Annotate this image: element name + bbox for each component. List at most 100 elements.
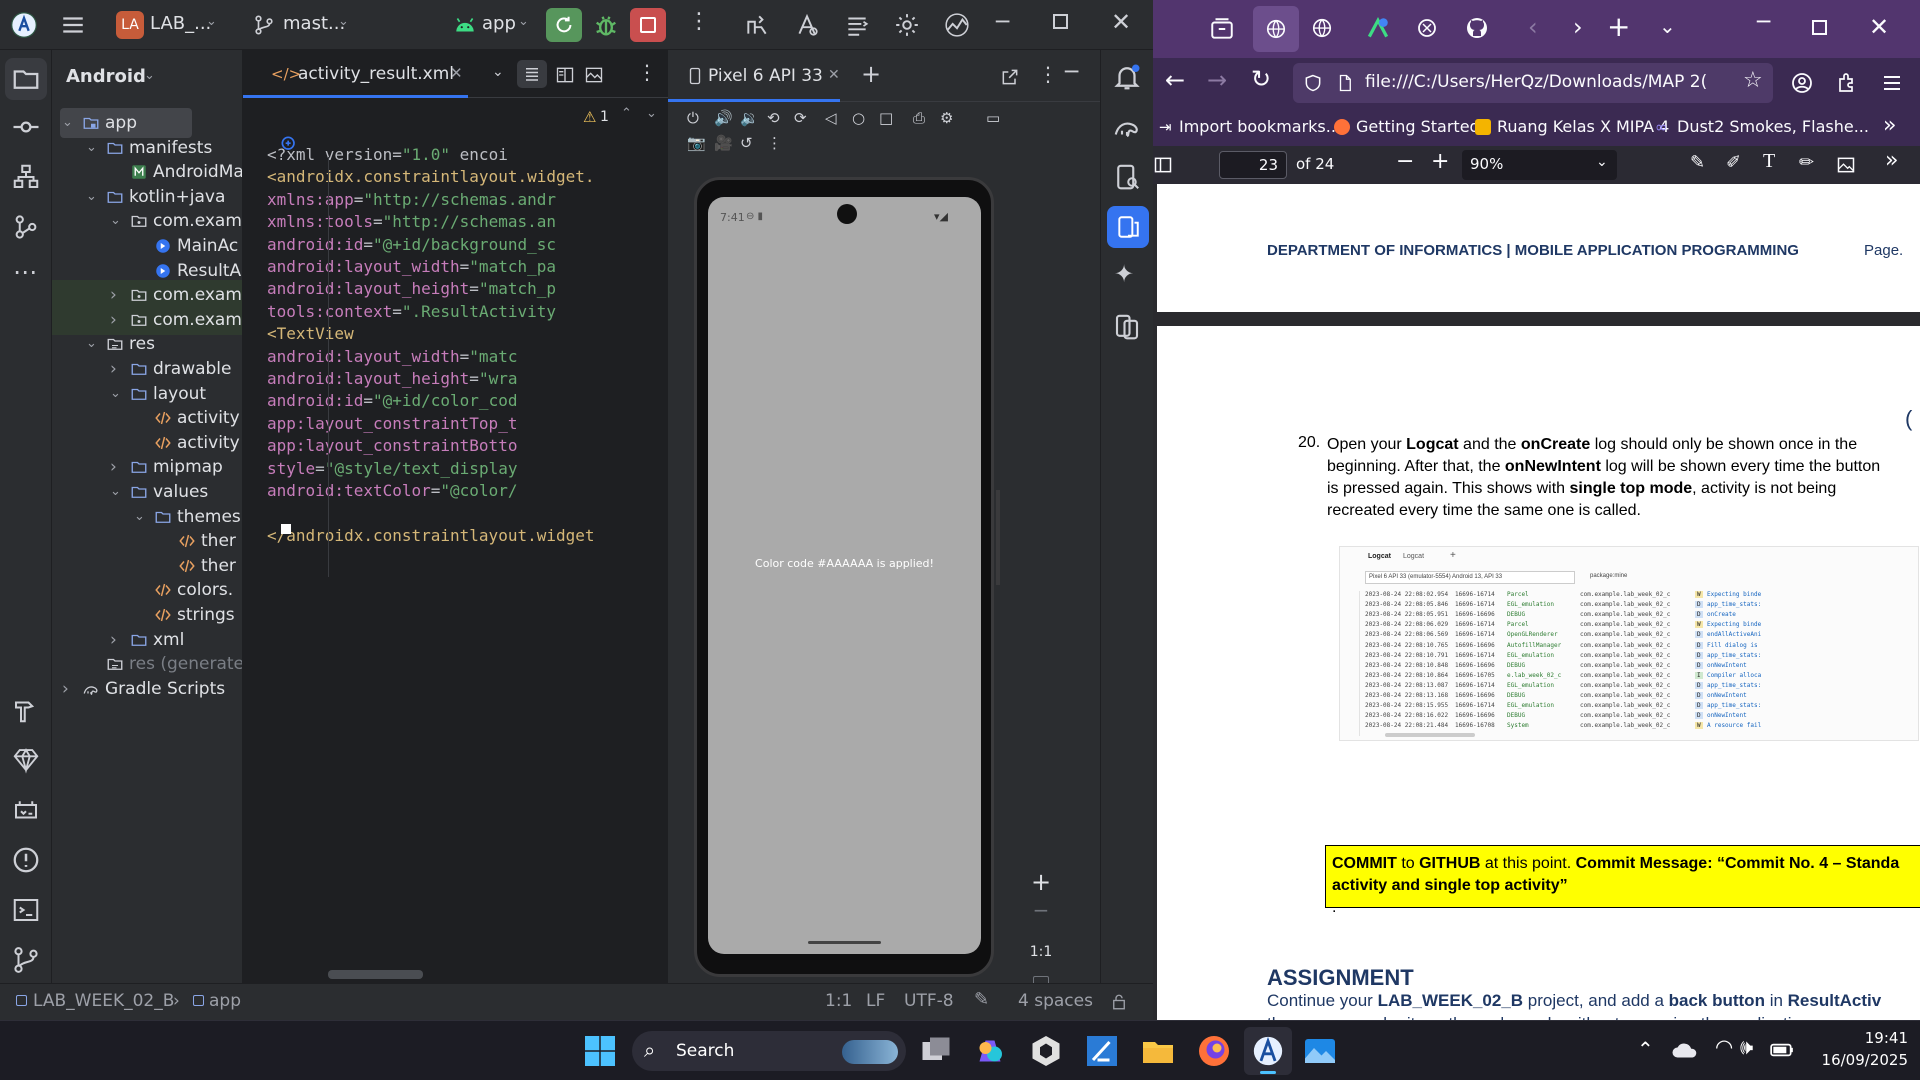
clock-time[interactable]: 19:41 <box>1826 1029 1908 1047</box>
terminal-icon[interactable] <box>11 895 41 925</box>
screen-record-icon[interactable]: 🎥 <box>714 134 733 152</box>
breadcrumb-module[interactable]: app <box>209 991 241 1011</box>
text-tool-icon[interactable]: T <box>1763 150 1775 173</box>
image-tool-icon[interactable] <box>1836 155 1856 175</box>
open-external-icon[interactable] <box>1000 67 1020 87</box>
firefox-icon[interactable] <box>1196 1033 1232 1069</box>
minimize-icon[interactable]: ─ <box>996 10 1009 35</box>
fit-screen-icon[interactable] <box>1033 976 1049 983</box>
list-all-tabs-icon[interactable]: ⌄ <box>1659 14 1676 38</box>
chevron-down-icon[interactable]: ⌄ <box>144 68 155 83</box>
zoom-ratio[interactable]: 1:1 <box>1026 944 1056 960</box>
more-bookmarks-icon[interactable]: » <box>1883 113 1896 138</box>
code-line[interactable]: android:id="@+id/color_cod <box>267 391 517 410</box>
device-mirroring-icon[interactable] <box>1112 312 1142 342</box>
breadcrumb-project[interactable]: LAB_WEEK_02_B <box>33 991 174 1011</box>
gradle-elephant-icon[interactable] <box>1112 112 1142 142</box>
code-line[interactable]: xmlns:tools="http://schemas.an <box>267 212 556 231</box>
app-menu-icon[interactable] <box>1880 71 1904 95</box>
url-bar[interactable]: file:///C:/Users/HerQz/Downloads/MAP 2( … <box>1293 63 1773 103</box>
windows-start-icon[interactable] <box>582 1033 618 1069</box>
apply-changes-button[interactable] <box>546 8 582 42</box>
profiler-icon[interactable] <box>944 12 970 38</box>
chevron-down-icon[interactable]: ⌄ <box>518 14 529 29</box>
caret-position[interactable]: 1:1 <box>825 991 852 1011</box>
wifi-icon[interactable]: ◠ <box>1715 1035 1733 1059</box>
extended-controls-icon[interactable]: ⚙ <box>940 109 953 127</box>
battery-icon[interactable] <box>1768 1037 1796 1063</box>
sdk-manager-icon[interactable] <box>844 12 870 38</box>
code-view-button[interactable] <box>517 60 547 88</box>
indent-setting[interactable]: 4 spaces <box>1018 991 1093 1011</box>
code-line[interactable]: android:textColor="@color/ <box>267 481 517 500</box>
highlight-icon[interactable]: ✐ <box>1726 152 1741 173</box>
color-swatch-marker[interactable] <box>281 524 291 534</box>
reset-icon[interactable]: ↺ <box>740 134 753 152</box>
chatgpt-icon[interactable] <box>1415 16 1439 40</box>
page-number-input[interactable]: 23 <box>1219 151 1287 179</box>
extensions-icon[interactable] <box>1835 71 1859 95</box>
forward-arrow-icon[interactable]: → <box>1207 66 1227 94</box>
code-line[interactable]: tools:context=".ResultActivity <box>267 302 556 321</box>
rotate-right-icon[interactable]: ⟳ <box>794 109 807 127</box>
close-tab-icon[interactable]: ✕ <box>450 64 463 82</box>
volume-down-icon[interactable]: 🔉 <box>740 109 759 127</box>
project-tool-button[interactable] <box>5 58 47 100</box>
draw-tool-icon[interactable]: ✏ <box>1799 152 1814 173</box>
snapshot-icon[interactable]: ⎙ <box>913 109 925 127</box>
back-arrow-icon[interactable]: ← <box>1165 66 1185 94</box>
new-tab-icon[interactable]: + <box>1607 10 1630 43</box>
project-badge[interactable]: LA <box>116 11 144 39</box>
zoom-select[interactable]: 90% ⌄ <box>1462 150 1617 180</box>
stop-button[interactable] <box>630 8 666 42</box>
line-separator[interactable]: LF <box>866 991 885 1011</box>
more-horizontal-icon[interactable]: ⋯ <box>13 258 37 286</box>
overview-nav-icon[interactable]: □ <box>879 109 893 127</box>
rotate-left-icon[interactable]: ⟲ <box>767 109 780 127</box>
chevron-down-icon[interactable]: ⌄ <box>492 64 504 80</box>
more-vertical-icon[interactable]: ⋮ <box>767 134 782 152</box>
design-view-icon[interactable] <box>584 65 604 85</box>
code-area[interactable]: 1<?xml version="1.0" encoi2<androidx.con… <box>243 105 668 935</box>
chevron-down-icon[interactable]: ⌄ <box>206 14 217 29</box>
back-nav-icon[interactable]: ◁ <box>825 109 837 127</box>
cloud-icon[interactable] <box>1670 1035 1700 1065</box>
bookmark-getting-started[interactable]: Getting Started <box>1356 117 1480 136</box>
bookmark-import[interactable]: Import bookmarks... <box>1179 117 1341 136</box>
tree-item[interactable]: › Gradle Scripts <box>52 674 242 704</box>
unity-icon[interactable] <box>1028 1033 1064 1069</box>
code-line[interactable]: android:layout_height="match_p <box>267 279 556 298</box>
project-view-selector[interactable]: Android <box>66 66 146 87</box>
close-icon[interactable]: ✕ <box>1869 13 1889 41</box>
more-vertical-icon[interactable]: ⋮ <box>637 60 657 84</box>
bookmark-dust2[interactable]: Dust2 Smokes, Flashe... <box>1677 117 1869 136</box>
project-name[interactable]: LAB_... <box>150 13 211 34</box>
gradle-sync-icon[interactable] <box>744 12 770 38</box>
run-config-name[interactable]: app <box>482 13 516 34</box>
code-line[interactable]: android:layout_height="wra <box>267 369 517 388</box>
zoom-out-icon[interactable]: − <box>1396 149 1414 174</box>
vscode-icon[interactable] <box>1084 1033 1120 1069</box>
branch-name[interactable]: mast... <box>283 13 345 34</box>
display-mode-icon[interactable]: ▭ <box>986 109 1000 127</box>
code-line[interactable]: android:id="@+id/background_sc <box>267 235 556 254</box>
zoom-in-icon[interactable]: + <box>1431 149 1449 174</box>
code-line[interactable]: <TextView <box>267 324 354 343</box>
logcat-icon[interactable] <box>11 795 41 825</box>
minimize-icon[interactable]: ─ <box>1757 10 1770 35</box>
sidebar-toggle-icon[interactable] <box>1153 155 1173 175</box>
more-vertical-icon[interactable]: ⋮ <box>1038 62 1058 86</box>
globe-icon[interactable] <box>1311 17 1333 39</box>
photos-icon[interactable] <box>1302 1033 1338 1069</box>
android-studio-tab-icon[interactable] <box>1365 15 1391 41</box>
save-pdf-icon[interactable]: ✎ <box>1690 152 1705 173</box>
shield-icon[interactable] <box>1303 73 1323 93</box>
chevron-down-icon[interactable]: ⌄ <box>338 14 349 29</box>
home-nav-icon[interactable]: ○ <box>852 109 865 127</box>
copilot-icon[interactable] <box>972 1033 1008 1069</box>
running-devices-tool-button[interactable] <box>1107 206 1149 248</box>
url-text[interactable]: file:///C:/Users/HerQz/Downloads/MAP 2( <box>1365 72 1715 92</box>
power-icon[interactable]: ⏻ <box>687 109 699 127</box>
code-line[interactable]: style="@style/text_display <box>267 459 517 478</box>
task-view-icon[interactable] <box>918 1033 954 1069</box>
